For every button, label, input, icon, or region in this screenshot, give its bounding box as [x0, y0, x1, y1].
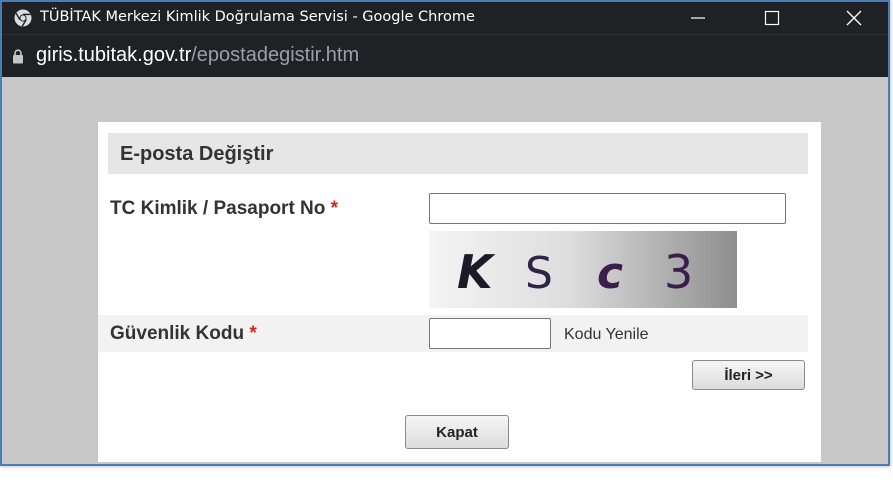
maximize-icon	[764, 10, 780, 26]
tc-kimlik-input[interactable]	[429, 193, 786, 224]
lock-icon	[13, 49, 23, 64]
url-path: /epostadegistir.htm	[191, 44, 360, 66]
address-bar[interactable]: giris.tubitak.gov.tr/epostadegistir.htm	[2, 34, 888, 77]
title-bar: TÜBİTAK Merkezi Kimlik Doğrulama Servisi…	[2, 2, 888, 34]
refresh-code-link[interactable]: Kodu Yenile	[564, 326, 649, 344]
security-code-label: Güvenlik Kodu *	[110, 323, 257, 345]
section-header: E-posta Değiştir	[108, 133, 808, 174]
tc-kimlik-label: TC Kimlik / Pasaport No *	[110, 198, 338, 220]
maximize-button[interactable]	[748, 2, 796, 34]
close-window-button[interactable]	[830, 2, 878, 34]
captcha-char-2: S	[525, 248, 553, 299]
tc-kimlik-label-text: TC Kimlik / Pasaport No	[110, 198, 326, 219]
security-code-label-text: Güvenlik Kodu	[110, 323, 245, 344]
required-mark: *	[330, 198, 339, 219]
chrome-icon	[14, 9, 32, 27]
security-code-input[interactable]	[429, 318, 551, 349]
captcha-char-4: 3	[664, 245, 693, 299]
required-mark: *	[249, 323, 257, 344]
browser-window: TÜBİTAK Merkezi Kimlik Doğrulama Servisi…	[0, 0, 890, 466]
url-text[interactable]: giris.tubitak.gov.tr/epostadegistir.htm	[36, 44, 359, 67]
minimize-icon	[691, 17, 705, 19]
url-host: giris.tubitak.gov.tr	[36, 44, 192, 66]
page-title: E-posta Değiştir	[120, 143, 274, 165]
captcha-char-3: c	[597, 248, 623, 299]
minimize-button[interactable]	[674, 2, 722, 34]
captcha-image: K S c 3	[429, 231, 737, 308]
captcha-char-1: K	[457, 245, 496, 299]
close-icon	[846, 10, 862, 26]
window-title: TÜBİTAK Merkezi Kimlik Doğrulama Servisi…	[40, 9, 475, 25]
form-panel: E-posta Değiştir TC Kimlik / Pasaport No…	[98, 122, 821, 462]
close-button[interactable]: Kapat	[405, 415, 509, 449]
next-button[interactable]: İleri >>	[692, 360, 805, 390]
